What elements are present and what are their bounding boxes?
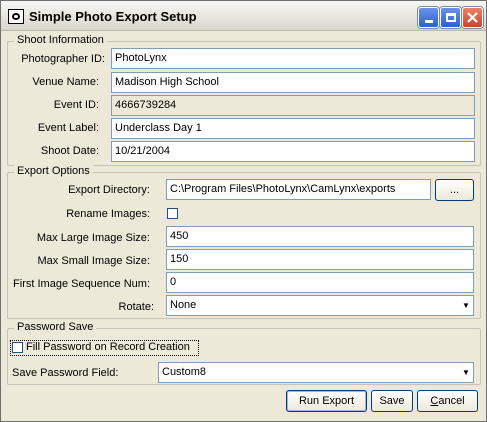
first-sequence-label: First Image Sequence Num: (13, 278, 150, 290)
run-export-label: Run Export (298, 395, 355, 407)
event-label-input[interactable]: Underclass Day 1 (111, 118, 475, 139)
export-setup-window: Simple Photo Export Setup Shoot Informat… (0, 0, 487, 422)
export-directory-label: Export Directory: (68, 184, 150, 196)
cancel-button[interactable]: Cancel (417, 390, 478, 412)
max-small-label: Max Small Image Size: (37, 255, 150, 267)
event-id-field: 4666739284 (111, 95, 475, 116)
title-bar[interactable]: Simple Photo Export Setup (1, 1, 486, 31)
rename-images-checkbox[interactable] (167, 208, 178, 219)
export-options-legend: Export Options (14, 165, 93, 177)
window-title: Simple Photo Export Setup (29, 9, 197, 24)
shoot-information-legend: Shoot Information (14, 34, 107, 46)
maximize-button[interactable] (440, 7, 461, 28)
camera-app-icon (8, 9, 24, 24)
save-password-field-value: Custom8 (162, 366, 207, 378)
fill-password-checkbox[interactable] (12, 342, 23, 353)
export-directory-input[interactable]: C:\Program Files\PhotoLynx\CamLynx\expor… (166, 179, 431, 200)
close-button[interactable] (462, 7, 483, 28)
cancel-label: Cancel (430, 395, 465, 407)
rotate-label: Rotate: (118, 301, 154, 313)
chevron-down-icon[interactable]: ▼ (460, 364, 472, 381)
photographer-id-input[interactable]: PhotoLynx (111, 48, 475, 69)
chevron-down-icon[interactable]: ▼ (460, 297, 472, 314)
shoot-date-input[interactable]: 10/21/2004 (111, 141, 475, 162)
run-export-button[interactable]: Run Export (286, 390, 367, 412)
rotate-dropdown[interactable]: None ▼ (166, 295, 474, 316)
save-label: Save (379, 395, 405, 407)
browse-directory-button[interactable]: ... (435, 179, 474, 201)
venue-name-label: Venue Name: (32, 76, 99, 88)
minimize-icon (424, 20, 433, 23)
event-id-label: Event ID: (53, 99, 99, 111)
fill-password-label[interactable]: Fill Password on Record Creation (26, 341, 190, 353)
rotate-value: None (170, 299, 197, 311)
browse-directory-label: ... (449, 184, 460, 196)
close-icon (467, 12, 478, 23)
password-save-legend: Password Save (14, 321, 97, 333)
first-sequence-input[interactable]: 0 (166, 272, 474, 293)
max-small-input[interactable]: 150 (166, 249, 474, 270)
maximize-icon (445, 13, 456, 22)
max-large-label: Max Large Image Size: (36, 232, 150, 244)
max-large-input[interactable]: 450 (166, 226, 474, 247)
save-button[interactable]: Save (371, 390, 413, 412)
save-password-field-label: Save Password Field: (12, 367, 119, 379)
event-label-label: Event Label: (37, 122, 99, 134)
venue-name-input[interactable]: Madison High School (111, 72, 475, 93)
minimize-button[interactable] (418, 7, 439, 28)
rename-images-label: Rename Images: (66, 208, 150, 220)
photographer-id-label: Photographer ID: (21, 53, 105, 65)
shoot-date-label: Shoot Date: (40, 145, 99, 157)
save-password-field-dropdown[interactable]: Custom8 ▼ (158, 362, 474, 383)
